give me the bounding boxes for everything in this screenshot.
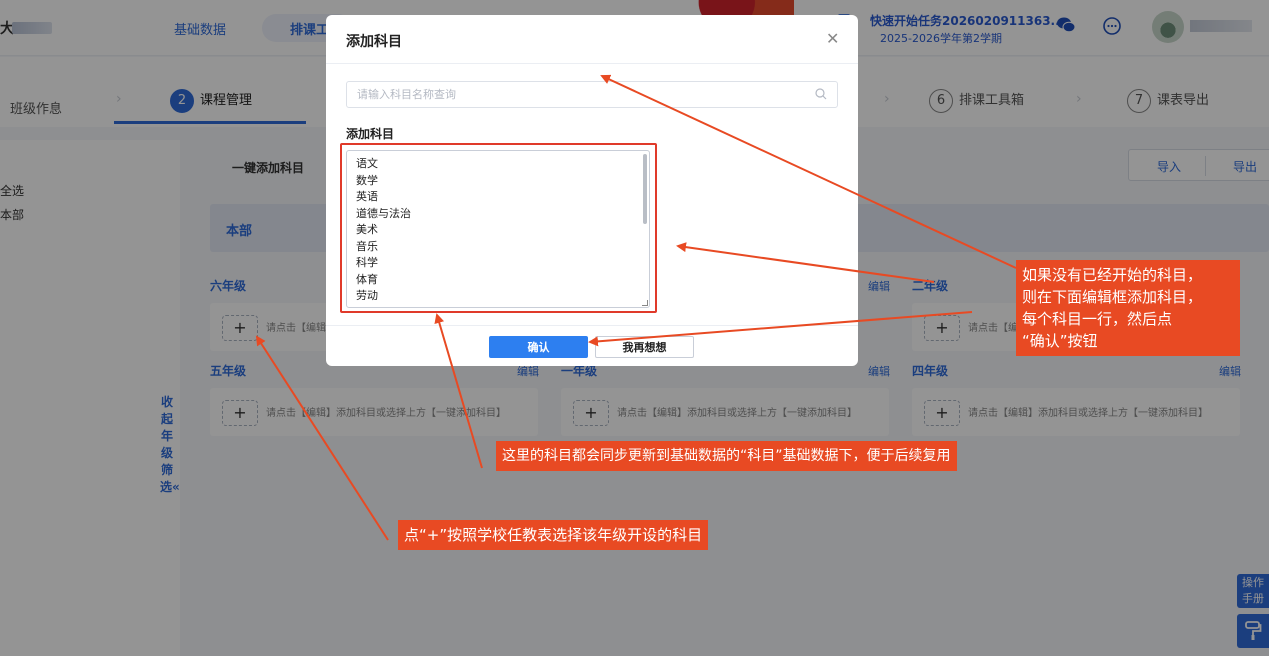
callout-line: “确认”按钮 xyxy=(1022,332,1098,350)
callout-plus-tip: 点“+”按照学校任教表选择该年级开设的科目 xyxy=(398,520,709,550)
subject-search-input[interactable] xyxy=(346,81,838,108)
callout-textarea-tip: 如果没有已经开始的科目， 则在下面编辑框添加科目， 每个科目一行，然后点 “确认… xyxy=(1016,260,1240,356)
callout-line: 如果没有已经开始的科目， xyxy=(1022,266,1203,284)
confirm-button[interactable]: 确认 xyxy=(489,336,588,358)
annotation-frame xyxy=(340,143,657,313)
dialog-title: 添加科目 xyxy=(346,34,402,50)
callout-sync-tip: 这里的科目都会同步更新到基础数据的“科目”基础数据下，便于后续复用 xyxy=(496,441,957,471)
search-icon xyxy=(815,88,827,100)
close-icon[interactable]: ✕ xyxy=(826,29,839,48)
callout-line: 每个科目一行，然后点 xyxy=(1022,310,1173,328)
divider xyxy=(326,63,858,64)
cancel-button[interactable]: 我再想想 xyxy=(595,336,694,358)
add-subject-dialog: 添加科目 ✕ 添加科目 语文 数学 英语 道德与法治 美术 音乐 科学 体育 劳… xyxy=(326,15,858,366)
callout-line: 则在下面编辑框添加科目， xyxy=(1022,288,1203,306)
add-subject-label: 添加科目 xyxy=(346,127,395,141)
divider xyxy=(326,325,858,326)
